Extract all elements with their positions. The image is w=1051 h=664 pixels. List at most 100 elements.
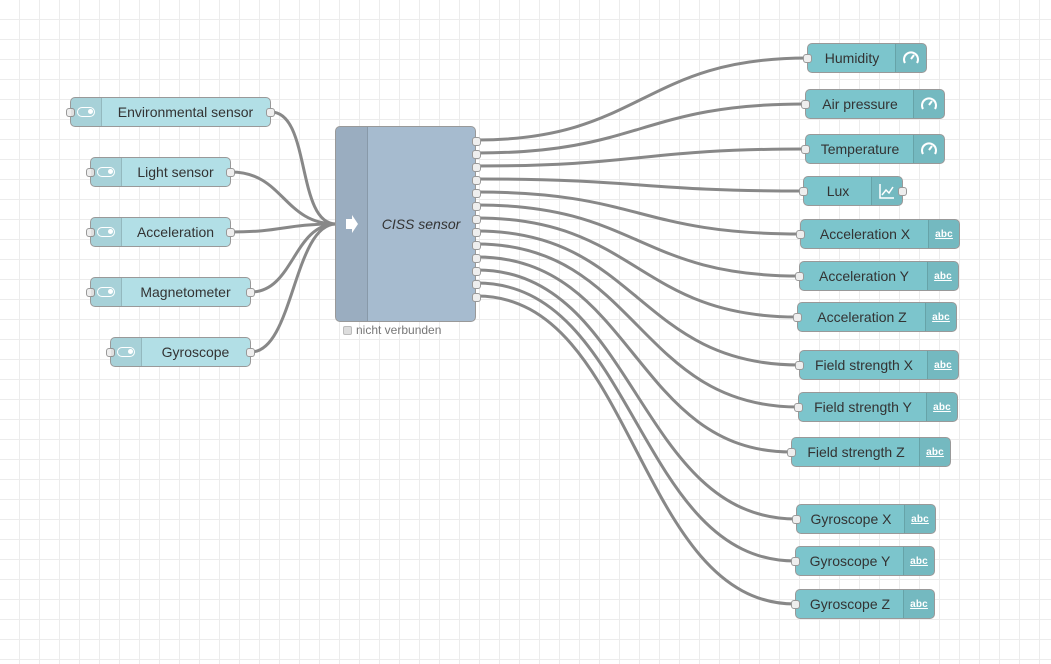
status-dot-icon <box>343 325 352 335</box>
abc-text-icon-box: abc <box>903 590 934 618</box>
output-node-acceleration-y[interactable]: Acceleration Y abc <box>795 261 959 291</box>
ciss-output-port[interactable] <box>472 280 481 289</box>
node-label: Gyroscope X <box>810 511 892 527</box>
abc-text-icon: abc <box>910 598 928 610</box>
ciss-output-port[interactable] <box>472 293 481 302</box>
inject-button[interactable] <box>91 218 122 246</box>
node-label: Field strength Z <box>807 444 905 460</box>
node-label: Acceleration Y <box>818 268 909 284</box>
ciss-output-port[interactable] <box>472 163 481 172</box>
wire[interactable] <box>250 222 337 294</box>
input-node-environmental-sensor[interactable]: Environmental sensor <box>66 97 275 127</box>
ciss-output-port[interactable] <box>472 228 481 237</box>
toggle-icon <box>117 347 135 357</box>
chart-icon <box>879 184 894 199</box>
abc-text-icon-box: abc <box>919 438 950 466</box>
output-port[interactable] <box>246 288 255 297</box>
gauge-icon <box>921 142 937 155</box>
node-label: Field strength Y <box>814 399 912 415</box>
output-node-acceleration-x[interactable]: Acceleration X abc <box>796 219 960 249</box>
ciss-output-port[interactable] <box>472 202 481 211</box>
abc-text-icon-box: abc <box>904 505 935 533</box>
abc-text-icon: abc <box>933 401 951 413</box>
abc-text-icon: abc <box>910 555 928 567</box>
output-node-lux[interactable]: Lux <box>799 176 907 206</box>
abc-text-icon: abc <box>926 446 944 458</box>
node-label: Gyroscope Y <box>809 553 891 569</box>
node-label: Humidity <box>824 50 880 66</box>
ciss-output-port[interactable] <box>472 267 481 276</box>
abc-text-icon-box: abc <box>926 393 957 421</box>
output-node-acceleration-z[interactable]: Acceleration Z abc <box>793 302 957 332</box>
node-label: Gyroscope Z <box>809 596 891 612</box>
output-node-air-pressure[interactable]: Air pressure <box>801 89 945 119</box>
toggle-icon <box>77 107 95 117</box>
output-node-field-strength-y[interactable]: Field strength Y abc <box>794 392 958 422</box>
node-label: Environmental sensor <box>117 104 254 120</box>
abc-text-icon-box: abc <box>927 351 958 379</box>
output-port[interactable] <box>226 168 235 177</box>
node-label: Acceleration Z <box>817 309 907 325</box>
wire[interactable] <box>476 294 796 606</box>
abc-text-icon-box: abc <box>925 303 956 331</box>
output-node-gyroscope-z[interactable]: Gyroscope Z abc <box>791 589 935 619</box>
inject-button[interactable] <box>91 278 122 306</box>
abc-text-icon-box: abc <box>927 262 958 290</box>
ciss-output-port[interactable] <box>472 241 481 250</box>
ciss-output-port[interactable] <box>472 189 481 198</box>
ciss-output-port[interactable] <box>472 137 481 146</box>
output-port[interactable] <box>246 348 255 357</box>
node-label: Gyroscope <box>161 344 230 360</box>
inject-button[interactable] <box>71 98 102 126</box>
ciss-output-port[interactable] <box>472 176 481 185</box>
wire[interactable] <box>476 255 792 454</box>
output-node-gyroscope-x[interactable]: Gyroscope X abc <box>792 504 936 534</box>
gauge-icon <box>903 51 919 64</box>
node-label: Magnetometer <box>140 284 231 300</box>
toggle-icon <box>97 167 115 177</box>
output-node-temperature[interactable]: Temperature <box>801 134 945 164</box>
status-text: nicht verbunden <box>356 323 442 337</box>
abc-text-icon: abc <box>934 359 952 371</box>
ciss-sensor-label: CISS sensor <box>381 216 461 232</box>
arrow-right-icon <box>345 215 358 233</box>
wire[interactable] <box>476 177 804 193</box>
output-node-field-strength-z[interactable]: Field strength Z abc <box>787 437 951 467</box>
input-node-acceleration[interactable]: Acceleration <box>86 217 235 247</box>
output-node-gyroscope-y[interactable]: Gyroscope Y abc <box>791 546 935 576</box>
abc-text-icon: abc <box>935 228 953 240</box>
abc-text-icon: abc <box>934 270 952 282</box>
ciss-icon-box <box>336 127 368 321</box>
node-label: Temperature <box>820 141 900 157</box>
gauge-icon-box <box>895 44 926 72</box>
inject-button[interactable] <box>91 158 122 186</box>
output-node-field-strength-x[interactable]: Field strength X abc <box>795 350 959 380</box>
abc-text-icon-box: abc <box>903 547 934 575</box>
ciss-sensor-node[interactable]: CISS sensor <box>335 126 481 322</box>
input-node-magnetometer[interactable]: Magnetometer <box>86 277 255 307</box>
node-label: Acceleration X <box>819 226 911 242</box>
inject-button[interactable] <box>111 338 142 366</box>
toggle-icon <box>97 287 115 297</box>
wire[interactable] <box>476 102 806 155</box>
output-node-humidity[interactable]: Humidity <box>803 43 927 73</box>
node-label: Light sensor <box>137 164 214 180</box>
gauge-icon-box <box>913 135 944 163</box>
abc-text-icon: abc <box>932 311 950 323</box>
output-port[interactable] <box>226 228 235 237</box>
input-node-gyroscope[interactable]: Gyroscope <box>106 337 255 367</box>
output-port[interactable] <box>898 187 907 196</box>
toggle-icon <box>97 227 115 237</box>
ciss-output-port[interactable] <box>472 215 481 224</box>
wire[interactable] <box>270 110 337 226</box>
ciss-output-port[interactable] <box>472 254 481 263</box>
node-label: Air pressure <box>822 96 898 112</box>
ciss-output-port[interactable] <box>472 150 481 159</box>
output-port[interactable] <box>266 108 275 117</box>
wire[interactable] <box>476 190 801 236</box>
node-label: Lux <box>826 183 850 199</box>
gauge-icon-box <box>913 90 944 118</box>
input-node-light-sensor[interactable]: Light sensor <box>86 157 235 187</box>
abc-text-icon-box: abc <box>928 220 959 248</box>
abc-text-icon: abc <box>911 513 929 525</box>
